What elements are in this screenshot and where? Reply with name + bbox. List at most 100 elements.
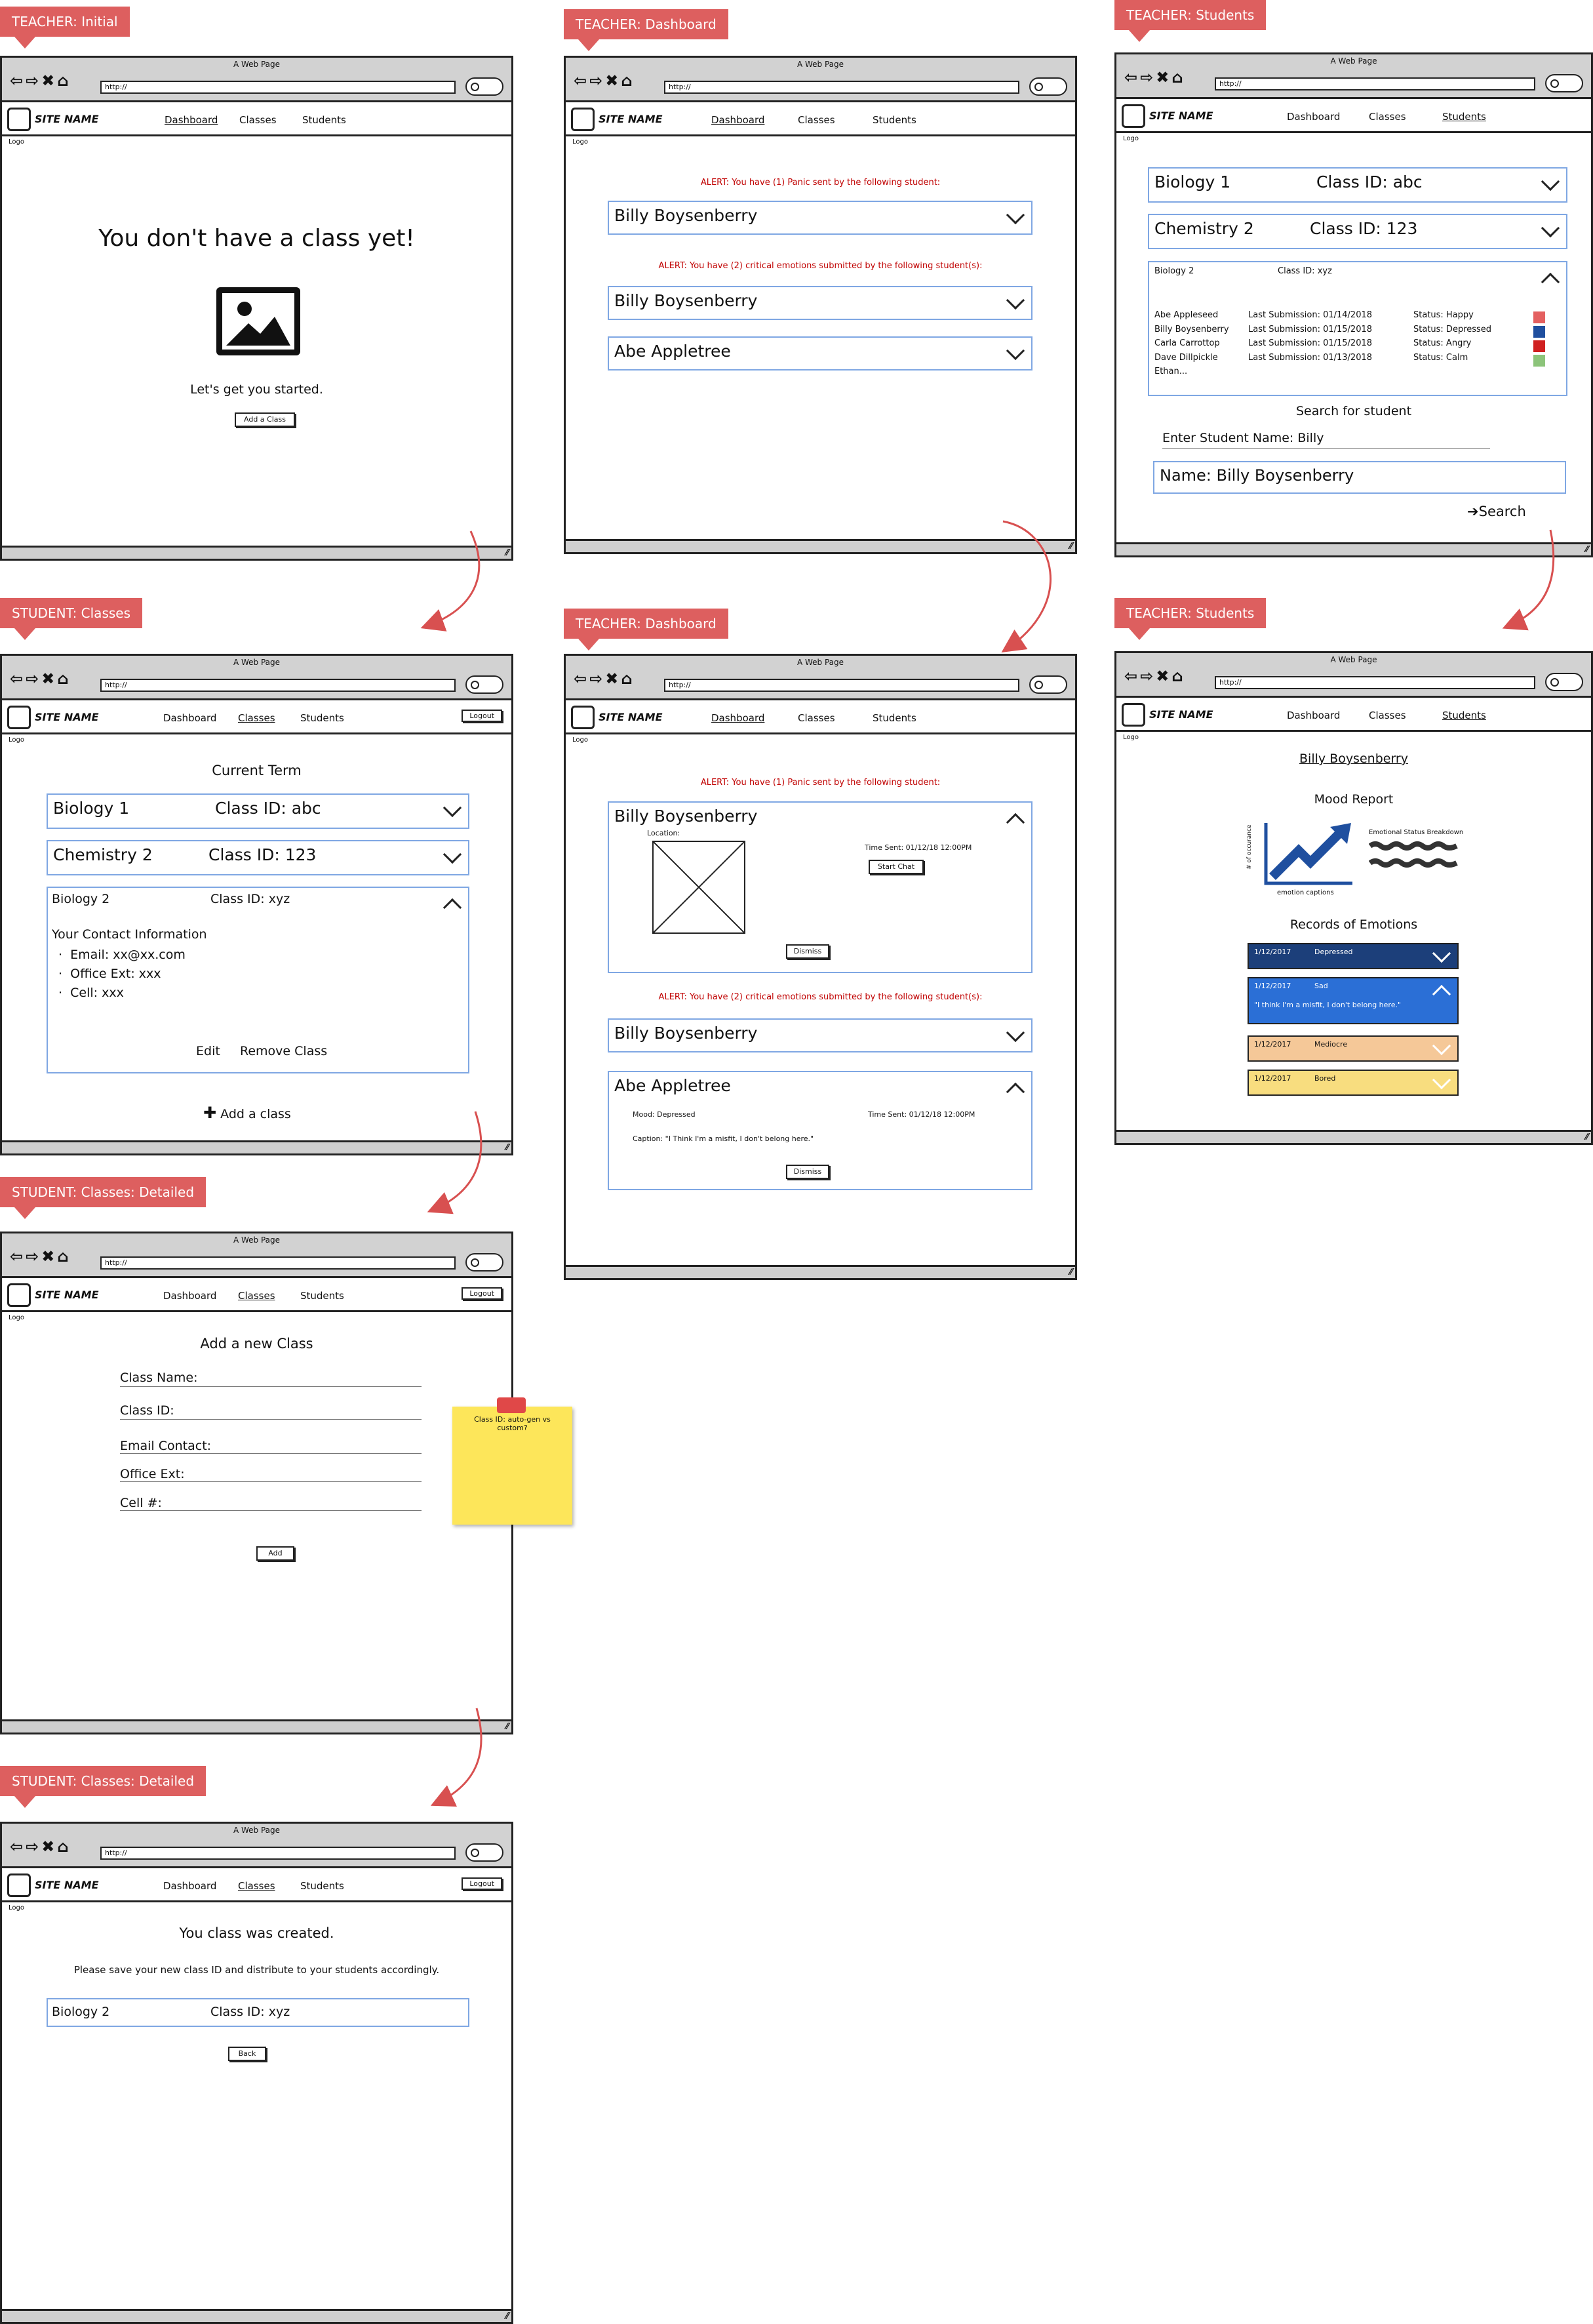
roster-row[interactable]: Carla Carrottop Last Submission: 01/15/20… (1154, 336, 1491, 351)
roster-row[interactable]: Billy Boysenberry Last Submission: 01/15/… (1154, 323, 1491, 337)
chevron-up-icon[interactable] (442, 898, 462, 917)
chevron-down-icon[interactable] (1006, 1023, 1025, 1043)
edit-button[interactable]: Edit (196, 1044, 220, 1058)
logout-button[interactable]: Logout (462, 1877, 502, 1890)
url-bar[interactable]: http:// (100, 81, 456, 94)
class-name-field[interactable]: Class Name: (120, 1371, 197, 1385)
start-chat-button[interactable]: Start Chat (869, 860, 924, 874)
remove-class-button[interactable]: Remove Class (240, 1044, 327, 1058)
chevron-down-icon[interactable] (442, 798, 462, 818)
office-ext-field[interactable]: Office Ext: (120, 1467, 185, 1481)
search-icon[interactable] (465, 1843, 503, 1862)
cell-field[interactable]: Cell #: (120, 1496, 162, 1510)
url-bar[interactable]: http:// (664, 679, 1019, 692)
nav-students[interactable]: Students (1442, 710, 1486, 721)
nav-students[interactable]: Students (302, 114, 346, 126)
nav-dashboard[interactable]: Dashboard (711, 114, 764, 126)
nav-classes[interactable]: Classes (238, 1880, 275, 1892)
resize-grip-icon[interactable]: ⁄⁄ (506, 1722, 509, 1732)
nav-students[interactable]: Students (300, 712, 344, 724)
emotion-record[interactable]: 1/12/2017 Depressed (1248, 943, 1459, 969)
chevron-up-icon[interactable] (1006, 1082, 1025, 1102)
roster-row[interactable]: Dave Dillpickle Last Submission: 01/13/20… (1154, 351, 1491, 365)
resize-grip-icon[interactable]: ⁄⁄ (1586, 545, 1588, 555)
browser-nav-icons[interactable]: ⇦⇨✖⌂ (1124, 666, 1186, 686)
search-icon[interactable] (1545, 74, 1583, 92)
chevron-up-icon[interactable] (1541, 272, 1560, 292)
nav-dashboard[interactable]: Dashboard (165, 114, 218, 126)
nav-classes[interactable]: Classes (798, 712, 835, 724)
nav-dashboard[interactable]: Dashboard (711, 712, 764, 724)
chevron-down-icon[interactable] (1006, 290, 1025, 310)
url-bar[interactable]: http:// (100, 1847, 456, 1860)
chevron-down-icon[interactable] (1006, 205, 1025, 225)
nav-dashboard[interactable]: Dashboard (1287, 710, 1340, 721)
nav-students[interactable]: Students (1442, 111, 1486, 123)
emotion-record-expanded[interactable]: 1/12/2017 Sad "I think I'm a misfit, I don… (1248, 977, 1459, 1024)
back-button[interactable]: Back (228, 2047, 266, 2061)
nav-students[interactable]: Students (300, 1880, 344, 1892)
chevron-down-icon[interactable] (442, 845, 462, 864)
browser-nav-icons[interactable]: ⇦⇨✖⌂ (574, 71, 635, 90)
chevron-up-icon[interactable] (1432, 984, 1451, 1004)
class-accordion-biology2-expanded[interactable]: Biology 2 Class ID: xyz Abe Appleseed Las… (1148, 261, 1567, 396)
critical-student-accordion[interactable]: Billy Boysenberry (608, 286, 1032, 320)
search-icon[interactable] (465, 675, 503, 694)
class-accordion-chemistry2[interactable]: Chemistry 2 Class ID: 123 (47, 840, 469, 875)
roster-row[interactable]: Ethan... (1154, 365, 1491, 379)
nav-classes[interactable]: Classes (798, 114, 835, 126)
url-bar[interactable]: http:// (100, 1256, 456, 1270)
panic-student-accordion[interactable]: Billy Boysenberry (608, 201, 1032, 235)
emotion-record[interactable]: 1/12/2017 Bored (1248, 1070, 1459, 1096)
chevron-down-icon[interactable] (1432, 944, 1451, 963)
search-icon[interactable] (1029, 77, 1067, 96)
roster-row[interactable]: Abe Appleseed Last Submission: 01/14/2018… (1154, 308, 1491, 323)
nav-classes[interactable]: Classes (238, 712, 275, 724)
dismiss-button[interactable]: Dismiss (786, 1165, 829, 1179)
resize-grip-icon[interactable]: ⁄⁄ (506, 1143, 509, 1153)
browser-nav-icons[interactable]: ⇦⇨✖⌂ (10, 71, 71, 90)
resize-grip-icon[interactable]: ⁄⁄ (1070, 1268, 1072, 1277)
student-name-link[interactable]: Billy Boysenberry (1116, 751, 1591, 766)
nav-classes[interactable]: Classes (238, 1290, 275, 1302)
nav-students[interactable]: Students (300, 1290, 344, 1302)
search-icon[interactable] (465, 1253, 503, 1272)
class-accordion-biology2-expanded[interactable]: Biology 2 Class ID: xyz Your Contact Inf… (47, 887, 469, 1073)
resize-grip-icon[interactable]: ⁄⁄ (506, 2312, 509, 2321)
class-accordion-biology1[interactable]: Biology 1 Class ID: abc (47, 793, 469, 829)
nav-dashboard[interactable]: Dashboard (163, 712, 216, 724)
search-input[interactable]: Enter Student Name: Billy (1162, 431, 1324, 445)
browser-nav-icons[interactable]: ⇦⇨✖⌂ (574, 669, 635, 689)
resize-grip-icon[interactable]: ⁄⁄ (1586, 1132, 1588, 1142)
search-button[interactable]: ➔Search (1467, 504, 1526, 519)
nav-dashboard[interactable]: Dashboard (1287, 111, 1340, 123)
dismiss-button[interactable]: Dismiss (786, 944, 829, 959)
email-field[interactable]: Email Contact: (120, 1439, 211, 1453)
browser-nav-icons[interactable]: ⇦⇨✖⌂ (10, 1247, 71, 1266)
browser-nav-icons[interactable]: ⇦⇨✖⌂ (10, 1837, 71, 1856)
chevron-up-icon[interactable] (1006, 812, 1025, 832)
panic-student-expanded[interactable]: Billy Boysenberry Location: Time Sent: 0… (608, 801, 1032, 973)
class-accordion-biology1[interactable]: Biology 1 Class ID: abc (1148, 167, 1567, 203)
resize-grip-icon[interactable]: ⁄⁄ (506, 548, 509, 558)
emotion-record[interactable]: 1/12/2017 Mediocre (1248, 1035, 1459, 1062)
chevron-down-icon[interactable] (1006, 341, 1025, 361)
nav-classes[interactable]: Classes (1369, 111, 1406, 123)
search-icon[interactable] (1545, 673, 1583, 691)
chevron-down-icon[interactable] (1432, 1070, 1451, 1090)
browser-nav-icons[interactable]: ⇦⇨✖⌂ (10, 669, 71, 689)
nav-students[interactable]: Students (873, 114, 916, 126)
critical-student-expanded[interactable]: Abe Appletree Mood: Depressed Time Sent:… (608, 1071, 1032, 1190)
add-class-link[interactable]: ✚ Add a class (203, 1104, 291, 1122)
class-id-field[interactable]: Class ID: (120, 1403, 174, 1418)
chevron-down-icon[interactable] (1541, 172, 1560, 191)
logout-button[interactable]: Logout (462, 1287, 502, 1300)
url-bar[interactable]: http:// (1215, 676, 1535, 689)
url-bar[interactable]: http:// (100, 679, 456, 692)
logout-button[interactable]: Logout (462, 710, 502, 722)
search-result[interactable]: Name: Billy Boysenberry (1153, 461, 1566, 494)
nav-classes[interactable]: Classes (239, 114, 277, 126)
nav-students[interactable]: Students (873, 712, 916, 724)
url-bar[interactable]: http:// (664, 81, 1019, 94)
resize-grip-icon[interactable]: ⁄⁄ (1070, 542, 1072, 551)
